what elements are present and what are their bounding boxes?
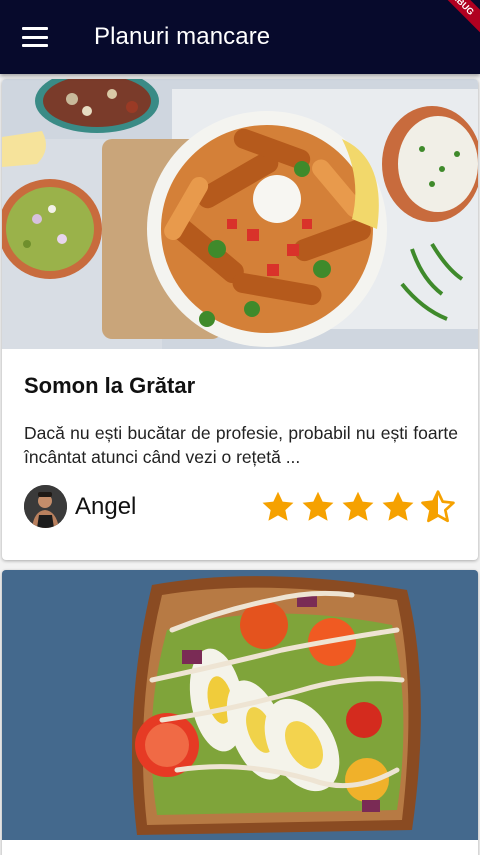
recipe-card[interactable]: [2, 570, 478, 855]
debug-banner: DEBUG: [423, 0, 480, 40]
recipe-photo: [2, 570, 478, 840]
author-info[interactable]: Angel: [24, 485, 136, 528]
star-rating[interactable]: [256, 489, 456, 525]
page-title: Planuri mancare: [94, 23, 271, 50]
recipe-title: Somon la Grătar: [24, 373, 196, 398]
hamburger-menu-icon[interactable]: [22, 27, 48, 47]
recipe-description: Dacă nu ești bucătar de profesie, probab…: [24, 423, 458, 467]
app-bar: Planuri mancare DEBUG: [0, 0, 480, 74]
star-full-icon[interactable]: [260, 489, 296, 525]
star-full-icon[interactable]: [340, 489, 376, 525]
recipe-photo: [2, 79, 478, 349]
author-name: Angel: [75, 492, 137, 520]
star-full-icon[interactable]: [380, 489, 416, 525]
author-avatar[interactable]: [24, 485, 67, 528]
recipe-card[interactable]: Somon la Grătar Dacă nu ești bucătar de …: [2, 79, 478, 560]
star-half-icon[interactable]: [420, 489, 456, 525]
star-full-icon[interactable]: [300, 489, 336, 525]
